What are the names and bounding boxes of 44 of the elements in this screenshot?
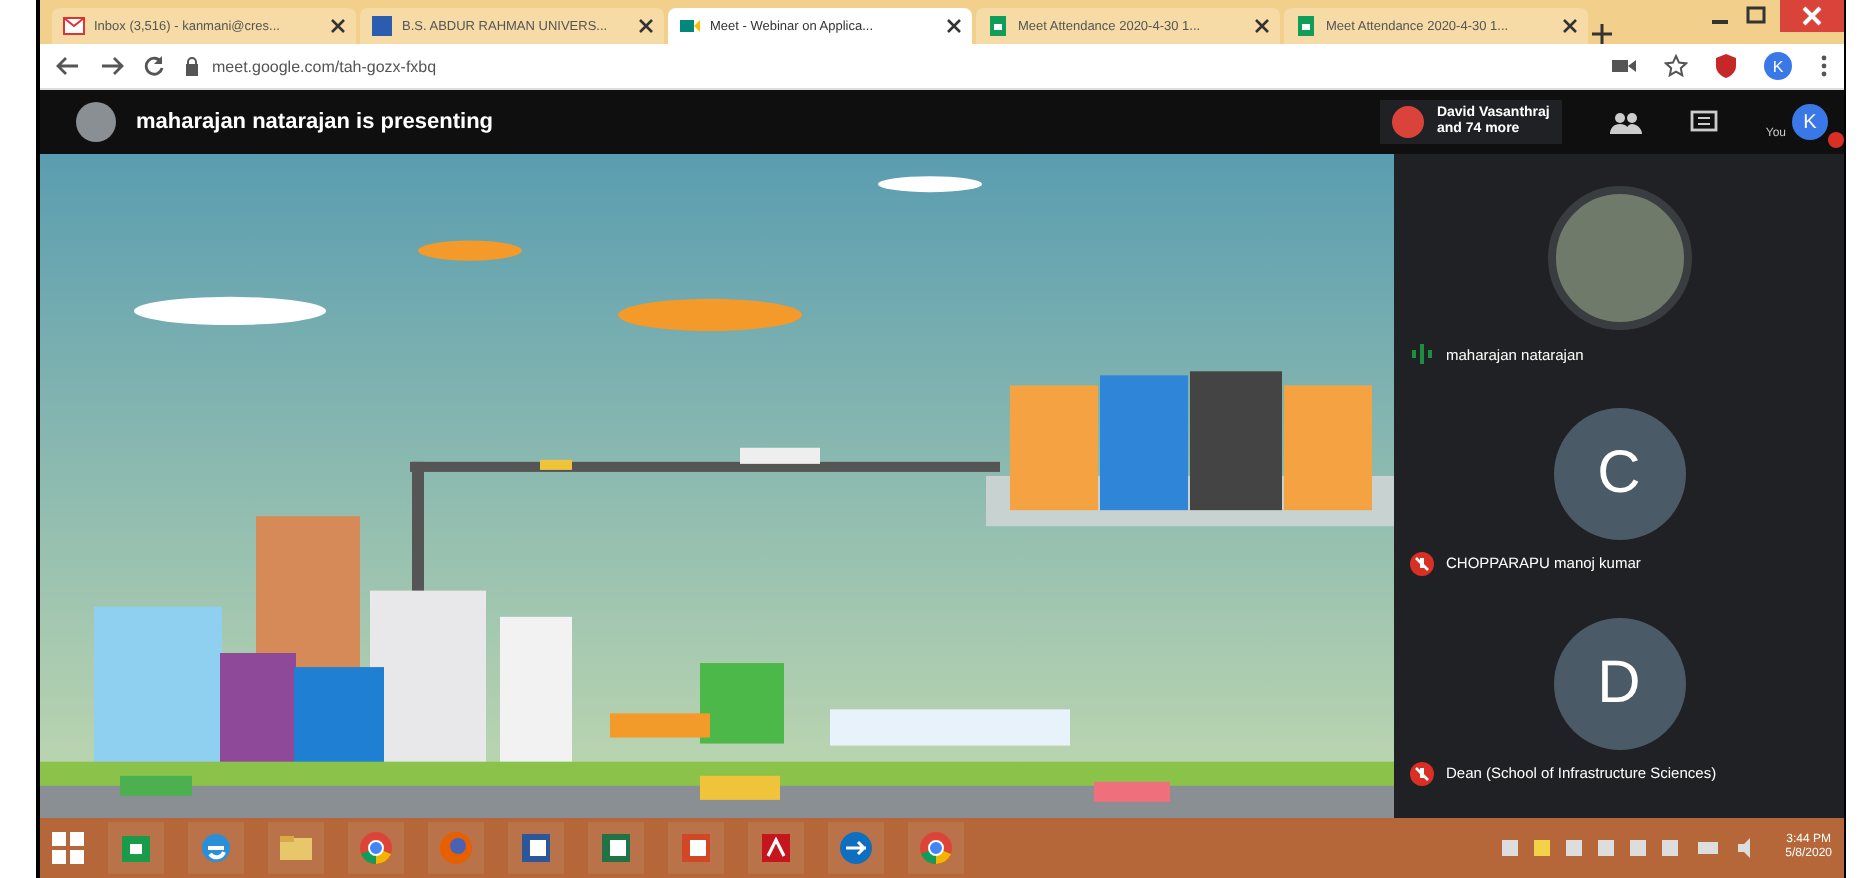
back-arrow-icon[interactable] (56, 56, 80, 76)
presenting-label: maharajan natarajan is presenting (136, 110, 494, 134)
people-icon[interactable] (1609, 110, 1642, 134)
profile-avatar[interactable]: K (1764, 52, 1792, 80)
more-icon[interactable] (1820, 54, 1828, 78)
close-icon (1802, 6, 1822, 26)
chat-icon[interactable] (1689, 110, 1718, 134)
participant-avatar: C (1553, 407, 1685, 540)
chrome-icon[interactable] (358, 830, 394, 866)
notification-dot (1828, 132, 1844, 148)
camera-icon[interactable] (1612, 56, 1636, 76)
avatar-circle (76, 102, 116, 142)
close-icon[interactable] (1254, 18, 1270, 34)
document-icon[interactable] (518, 830, 554, 866)
remote-icon[interactable] (838, 830, 874, 866)
windows-start-icon[interactable] (52, 832, 84, 864)
close-icon[interactable] (330, 18, 346, 34)
spreadsheet-icon (1294, 14, 1318, 38)
maximize-icon[interactable] (1744, 6, 1768, 26)
close-icon[interactable] (1562, 18, 1578, 34)
star-icon[interactable] (1664, 54, 1688, 78)
avatar-circle (1392, 106, 1425, 138)
presentation-icon[interactable] (678, 830, 714, 866)
url-text: meet.google.com/tah-gozx-fxbq (212, 57, 437, 75)
envelope-icon (62, 14, 86, 38)
reload-icon[interactable] (144, 56, 164, 76)
close-icon[interactable] (946, 18, 962, 34)
lock-icon (184, 56, 200, 76)
camera-icon (678, 14, 702, 38)
store-icon[interactable] (118, 830, 154, 866)
participant-avatar: D (1553, 617, 1685, 750)
pdf-icon[interactable] (758, 830, 794, 866)
spreadsheet-icon[interactable] (598, 830, 634, 866)
plus-icon[interactable] (1592, 24, 1612, 44)
shield-icon[interactable] (1716, 54, 1736, 78)
browser-e-icon[interactable] (198, 830, 234, 866)
spreadsheet-icon (986, 14, 1010, 38)
square-icon (370, 14, 394, 38)
address-field[interactable]: meet.google.com/tah-gozx-fxbq (184, 56, 1592, 76)
close-button[interactable] (1780, 0, 1844, 32)
forward-arrow-icon[interactable] (100, 56, 124, 76)
chrome-icon[interactable] (918, 830, 954, 866)
close-icon[interactable] (638, 18, 654, 34)
self-avatar[interactable]: K (1792, 104, 1828, 140)
